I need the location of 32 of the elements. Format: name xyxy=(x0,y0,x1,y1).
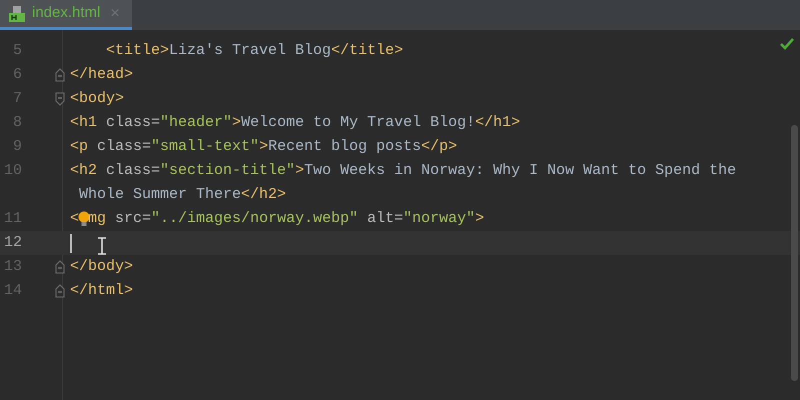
line-number: 10 xyxy=(2,161,22,181)
tab-close-button[interactable]: × xyxy=(110,2,120,26)
lightbulb-icon[interactable] xyxy=(78,210,90,228)
code-text: <title>Liza's Travel Blog</title> xyxy=(105,41,404,61)
code-text: < mg src="../images/norway.webp" alt="norway"> xyxy=(70,209,484,230)
line-number: 14 xyxy=(2,281,22,301)
scrollbar[interactable] xyxy=(791,125,798,381)
line-number: 9 xyxy=(12,137,22,157)
line-number: 7 xyxy=(12,89,22,109)
code-text: </body> xyxy=(70,257,134,277)
check-icon[interactable] xyxy=(780,38,794,50)
text-cursor-icon xyxy=(97,237,107,255)
code-text: <p class="small-text">Recent blog posts</p> xyxy=(70,137,458,157)
line-number: 5 xyxy=(12,41,22,61)
html-file-icon xyxy=(8,4,26,22)
tab-label: index.html xyxy=(32,3,100,24)
fold-icon[interactable] xyxy=(55,92,65,106)
code-text: </head> xyxy=(70,65,134,85)
fold-icon[interactable] xyxy=(55,284,65,298)
code-text: <h1 class="header">Welcome to My Travel Blog!</h1> xyxy=(70,113,520,133)
code-text: </html> xyxy=(70,281,134,301)
code-text: <h2 class="section-title">Two Weeks in Norway: Why I Now Want to Spend the xyxy=(70,161,736,181)
line-number: 12 xyxy=(2,233,22,253)
fold-icon[interactable] xyxy=(55,260,65,274)
code-text: Whole Summer There</h2> xyxy=(78,185,286,205)
fold-icon[interactable] xyxy=(55,68,65,82)
line-number: 13 xyxy=(2,257,22,277)
editor-tab[interactable]: index.html × xyxy=(0,0,132,30)
code-text: <body> xyxy=(70,89,124,109)
line-number: 8 xyxy=(12,113,22,133)
line-number: 6 xyxy=(12,65,22,85)
line-number: 11 xyxy=(2,209,22,229)
